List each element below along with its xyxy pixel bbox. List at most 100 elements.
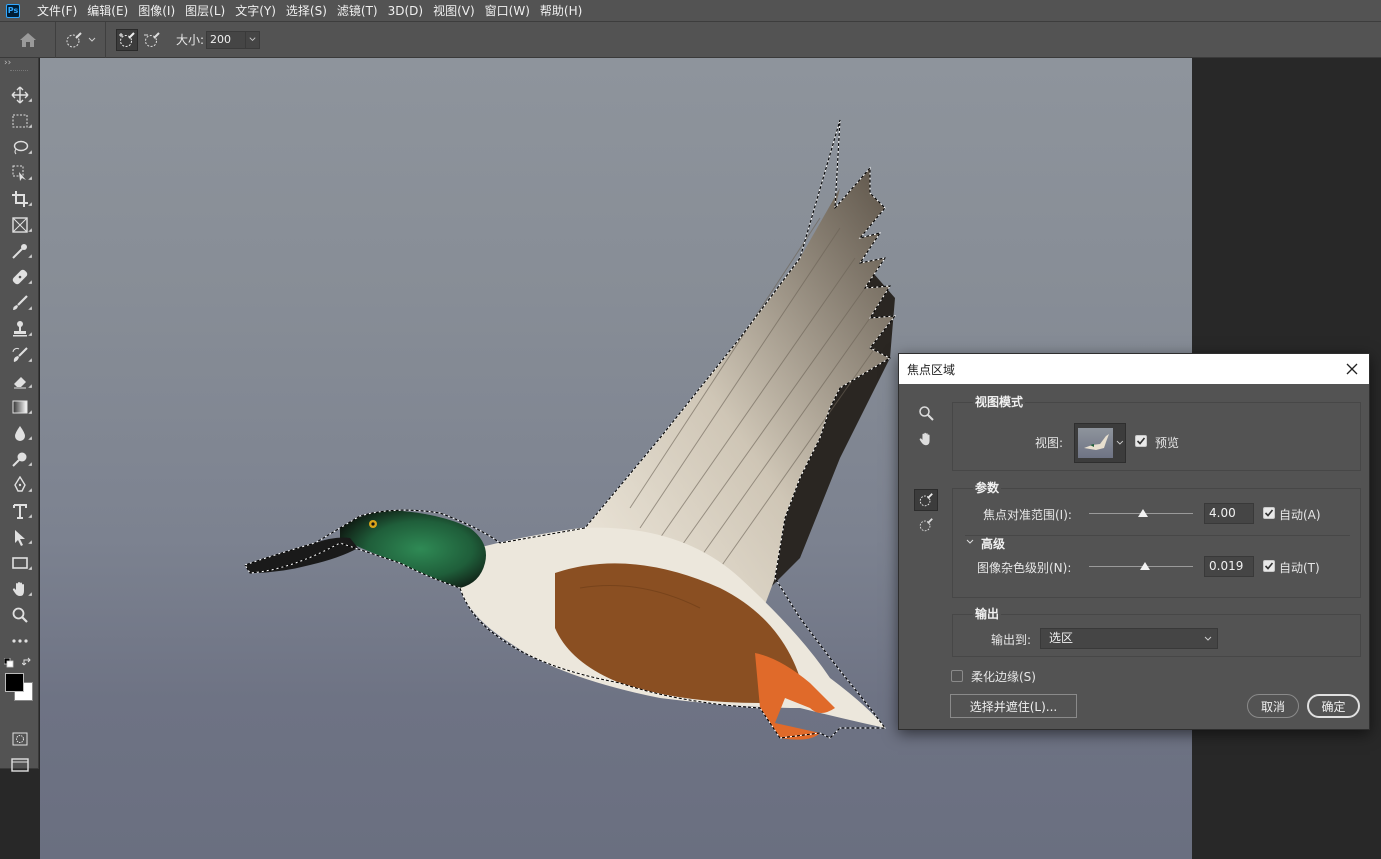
- subtract-from-selection-brush-button[interactable]: [141, 29, 163, 51]
- menu-layer[interactable]: 图层(L): [180, 0, 230, 22]
- path-select-tool-icon[interactable]: [0, 524, 39, 550]
- screen-mode-icon[interactable]: [0, 752, 39, 778]
- chevron-down-icon: [1116, 440, 1124, 445]
- noise-level-input[interactable]: 0.019: [1204, 556, 1254, 577]
- hand-tool-icon[interactable]: [0, 576, 39, 602]
- clone-stamp-tool-icon[interactable]: [0, 316, 39, 342]
- duck-head: [340, 510, 486, 588]
- subtract-brush-icon: [144, 31, 160, 47]
- dialog-focus-add-brush-button[interactable]: [914, 489, 938, 511]
- parameters-title: 参数: [973, 479, 1002, 496]
- frame-tool-icon[interactable]: [0, 212, 39, 238]
- dialog-hand-button[interactable]: [914, 428, 938, 450]
- menu-file[interactable]: 文件(F): [32, 0, 82, 22]
- view-thumbnail-dropdown[interactable]: [1074, 423, 1126, 463]
- history-brush-tool-icon[interactable]: [0, 342, 39, 368]
- swap-colors-icon[interactable]: [22, 657, 33, 668]
- close-icon: [1346, 363, 1358, 375]
- menu-edit[interactable]: 编辑(E): [82, 0, 133, 22]
- auto-noise-checkbox[interactable]: [1263, 560, 1275, 572]
- auto-t-label: 自动(T): [1279, 561, 1320, 575]
- eraser-tool-icon[interactable]: [0, 368, 39, 394]
- dialog-title: 焦点区域: [907, 362, 956, 377]
- tool-preset-picker[interactable]: [56, 21, 106, 58]
- more-tools-icon[interactable]: [0, 628, 39, 654]
- chevron-down-icon: [1204, 636, 1212, 641]
- preview-checkbox[interactable]: [1135, 435, 1147, 447]
- select-and-mask-button[interactable]: 选择并遮住(L)...: [950, 694, 1077, 718]
- blur-tool-icon[interactable]: [0, 420, 39, 446]
- tools-panel: ››: [0, 58, 39, 772]
- zoom-icon: [919, 406, 934, 421]
- zoom-tool-icon[interactable]: [0, 602, 39, 628]
- menu-3d[interactable]: 3D(D): [383, 0, 428, 22]
- quick-mask-icon[interactable]: [0, 726, 39, 752]
- advanced-divider: [965, 535, 1350, 536]
- add-to-selection-brush-button[interactable]: [116, 28, 138, 51]
- view-mode-section: 视图模式 视图: 预览: [952, 393, 1361, 471]
- brush-size-label: 大小:: [176, 33, 205, 47]
- cancel-button[interactable]: 取消: [1247, 694, 1299, 718]
- focus-range-slider-thumb[interactable]: [1138, 509, 1149, 517]
- menu-type[interactable]: 文字(Y): [230, 0, 281, 22]
- object-select-tool-icon[interactable]: [0, 160, 39, 186]
- dodge-tool-icon[interactable]: [0, 446, 39, 472]
- gradient-tool-icon[interactable]: [0, 394, 39, 420]
- auto-focus-range-checkbox[interactable]: [1263, 507, 1275, 519]
- foreground-color-swatch[interactable]: [5, 673, 24, 692]
- checkmark-icon: [1136, 437, 1146, 445]
- marquee-tool-icon[interactable]: [0, 108, 39, 134]
- home-button[interactable]: [0, 21, 56, 58]
- preview-label: 预览: [1155, 436, 1180, 450]
- chevron-down-icon[interactable]: [965, 537, 975, 547]
- menu-filter[interactable]: 滤镜(T): [332, 0, 383, 22]
- home-icon: [19, 32, 36, 47]
- checkmark-icon: [1264, 562, 1274, 570]
- soften-edge-label: 柔化边缘(S): [971, 670, 1036, 684]
- advanced-toggle[interactable]: 高级: [981, 535, 1005, 552]
- hand-icon: [919, 432, 930, 446]
- focus-range-input[interactable]: 4.00: [1204, 503, 1254, 524]
- collapse-toolbar-icon[interactable]: ››: [0, 58, 38, 70]
- chevron-down-icon: [249, 37, 256, 42]
- type-tool-icon[interactable]: [0, 498, 39, 524]
- healing-brush-tool-icon[interactable]: [0, 264, 39, 290]
- crop-tool-icon[interactable]: [0, 186, 39, 212]
- focus-area-brush-icon: [66, 31, 82, 47]
- chevron-down-icon: [88, 37, 96, 42]
- output-to-select[interactable]: 选区: [1040, 628, 1218, 649]
- eyedropper-tool-icon[interactable]: [0, 238, 39, 264]
- menu-window[interactable]: 窗口(W): [480, 0, 535, 22]
- menu-image[interactable]: 图像(I): [133, 0, 180, 22]
- noise-level-slider-thumb[interactable]: [1140, 562, 1151, 570]
- add-brush-icon: [919, 493, 933, 507]
- brush-tool-icon[interactable]: [0, 290, 39, 316]
- close-button[interactable]: [1343, 360, 1361, 378]
- auto-a-label: 自动(A): [1279, 508, 1321, 522]
- menu-select[interactable]: 选择(S): [281, 0, 332, 22]
- ok-button[interactable]: 确定: [1307, 694, 1360, 718]
- photoshop-logo-icon[interactable]: Ps: [6, 3, 20, 18]
- menu-view[interactable]: 视图(V): [428, 0, 480, 22]
- view-mode-title: 视图模式: [973, 393, 1026, 410]
- add-brush-icon: [119, 31, 135, 47]
- default-colors-icon[interactable]: [4, 658, 14, 668]
- brush-size-dropdown[interactable]: [246, 30, 261, 49]
- view-label: 视图:: [1035, 436, 1064, 450]
- output-title: 输出: [973, 605, 1002, 622]
- view-thumbnail: [1078, 428, 1114, 458]
- soften-edge-checkbox[interactable]: [951, 670, 963, 682]
- move-tool-icon[interactable]: [0, 82, 39, 108]
- dialog-titlebar[interactable]: 焦点区域: [899, 354, 1369, 384]
- dialog-zoom-button[interactable]: [914, 402, 938, 424]
- checkmark-icon: [1264, 509, 1274, 517]
- options-bar: 大小: 200: [0, 21, 1381, 58]
- brush-size-input[interactable]: 200: [206, 30, 247, 49]
- rectangle-tool-icon[interactable]: [0, 550, 39, 576]
- lasso-tool-icon[interactable]: [0, 134, 39, 160]
- duck-thumbnail-icon: [1084, 434, 1109, 450]
- menu-help[interactable]: 帮助(H): [535, 0, 587, 22]
- toolbar-grip[interactable]: [10, 70, 28, 76]
- pen-tool-icon[interactable]: [0, 472, 39, 498]
- dialog-focus-subtract-brush-button[interactable]: [914, 514, 938, 536]
